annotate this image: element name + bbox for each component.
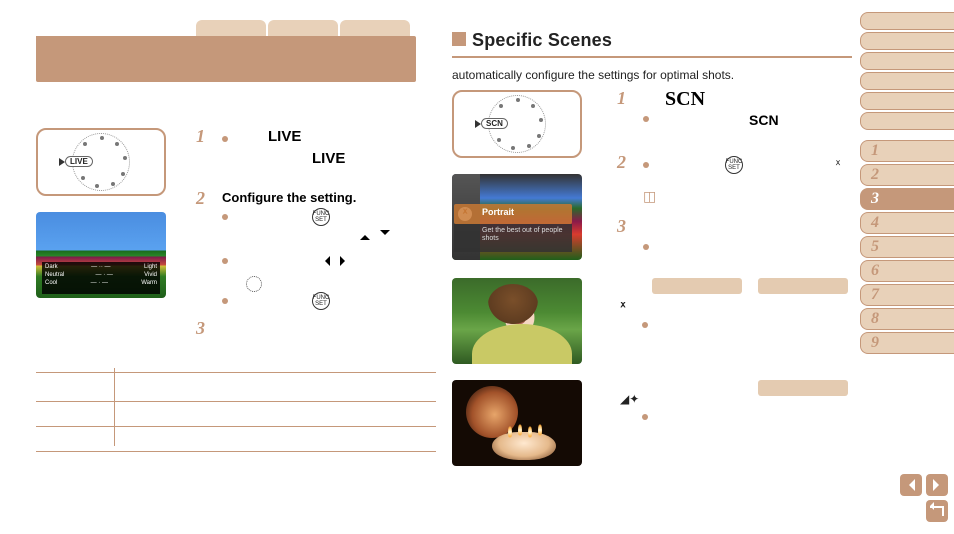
- side-tab[interactable]: [860, 32, 954, 50]
- chapter-2[interactable]: 2: [860, 164, 954, 186]
- func-set-icon: FUNC SET: [312, 292, 330, 310]
- section-heading: Specific Scenes: [472, 30, 612, 51]
- section-marker: [452, 32, 466, 46]
- step-label-indent: LIVE: [312, 150, 345, 167]
- mode-dial: LIVE: [72, 133, 130, 191]
- page-nav: [900, 474, 948, 522]
- step-number: 3: [196, 318, 214, 339]
- side-tab[interactable]: [860, 12, 954, 30]
- subsection-bar: [652, 278, 742, 294]
- bullet-icon: [643, 116, 649, 122]
- portrait-mode-icon: ᕽ: [620, 300, 626, 314]
- side-tab[interactable]: [860, 72, 954, 90]
- right-column: Specific Scenes automatically configure …: [452, 20, 862, 520]
- bullet-icon: [222, 136, 228, 142]
- func-set-icon: FUNC SET: [725, 156, 743, 174]
- step-number: 2: [617, 152, 635, 173]
- manual-spread: LIVE 1 LIVE LIVE 2 Configure the setting…: [36, 20, 886, 520]
- steps-left: 1 LIVE LIVE 2 Configure the setting. FUN…: [196, 128, 436, 354]
- step-number: 2: [196, 188, 214, 209]
- prev-page-button[interactable]: [900, 474, 922, 496]
- chapter-5[interactable]: 5: [860, 236, 954, 258]
- lcd-preview-thumb: Dark— ·· —Light Neutral— · —Vivid Cool— …: [36, 212, 166, 298]
- subsection-bar: [758, 380, 848, 396]
- chapter-6[interactable]: 6: [860, 260, 954, 282]
- bullet-icon: [642, 322, 648, 328]
- mode-dial-panel: SCN: [452, 90, 582, 158]
- bullet-icon: [222, 258, 228, 264]
- chapter-1[interactable]: 1: [860, 140, 954, 162]
- chapter-4[interactable]: 4: [860, 212, 954, 234]
- section-title-bar: [36, 36, 416, 82]
- scene-menu-thumb: ᕽ Portrait Get the best out of people sh…: [452, 174, 582, 260]
- next-page-button[interactable]: [926, 474, 948, 496]
- portrait-sample-thumb: [452, 278, 582, 364]
- bullet-icon: [643, 244, 649, 250]
- heading-underline: [452, 56, 852, 58]
- side-tab[interactable]: [860, 52, 954, 70]
- mode-dial: SCN: [488, 95, 546, 153]
- control-dial-icon: [246, 276, 262, 292]
- step-label: LIVE: [268, 128, 301, 145]
- arrow-down-icon: [380, 230, 390, 240]
- arrow-up-icon: [360, 230, 370, 240]
- lowlight-mode-icon: ◢✦: [620, 392, 639, 406]
- arrow-left-icon: [320, 256, 330, 266]
- chapter-7[interactable]: 7: [860, 284, 954, 306]
- return-button[interactable]: [926, 500, 948, 522]
- scn-big-label: SCN: [665, 88, 705, 111]
- chapter-sidebar: 1 2 3 4 5 6 7 8 9: [860, 12, 954, 354]
- settings-table: [36, 368, 436, 452]
- reference-icon: ◫: [643, 188, 656, 205]
- lcd-overlay: Dark— ·· —Light Neutral— · —Vivid Cool— …: [42, 262, 160, 294]
- steps-right: 1 SCN SCN 2 FUNC SET ᕽ ◫ 3: [617, 90, 857, 288]
- bullet-icon: [642, 414, 648, 420]
- side-tab[interactable]: [860, 112, 954, 130]
- lowlight-sample-thumb: [452, 380, 582, 466]
- chapter-3[interactable]: 3: [860, 188, 954, 210]
- bullet-icon: [222, 214, 228, 220]
- func-set-icon: FUNC SET: [312, 208, 330, 226]
- chapter-8[interactable]: 8: [860, 308, 954, 330]
- left-column: LIVE 1 LIVE LIVE 2 Configure the setting…: [36, 20, 446, 520]
- subsection-bar: [758, 278, 848, 294]
- mode-dial-panel: LIVE: [36, 128, 166, 196]
- step-number: 1: [196, 126, 214, 147]
- dial-mode-label: LIVE: [65, 156, 93, 167]
- bullet-icon: [643, 162, 649, 168]
- side-tab[interactable]: [860, 92, 954, 110]
- arrow-right-icon: [340, 256, 350, 266]
- bullet-icon: [222, 298, 228, 304]
- step-number: 1: [617, 88, 635, 109]
- portrait-mode-icon: ᕽ: [835, 158, 841, 172]
- chapter-9[interactable]: 9: [860, 332, 954, 354]
- dial-mode-label: SCN: [481, 118, 508, 129]
- menu-selected-label: Portrait: [454, 204, 572, 224]
- menu-selected-desc: Get the best out of people shots: [454, 224, 572, 252]
- step-number: 3: [617, 216, 635, 237]
- step-label: Configure the setting.: [222, 190, 356, 205]
- scn-label: SCN: [749, 112, 779, 128]
- section-subline: automatically configure the settings for…: [452, 68, 734, 82]
